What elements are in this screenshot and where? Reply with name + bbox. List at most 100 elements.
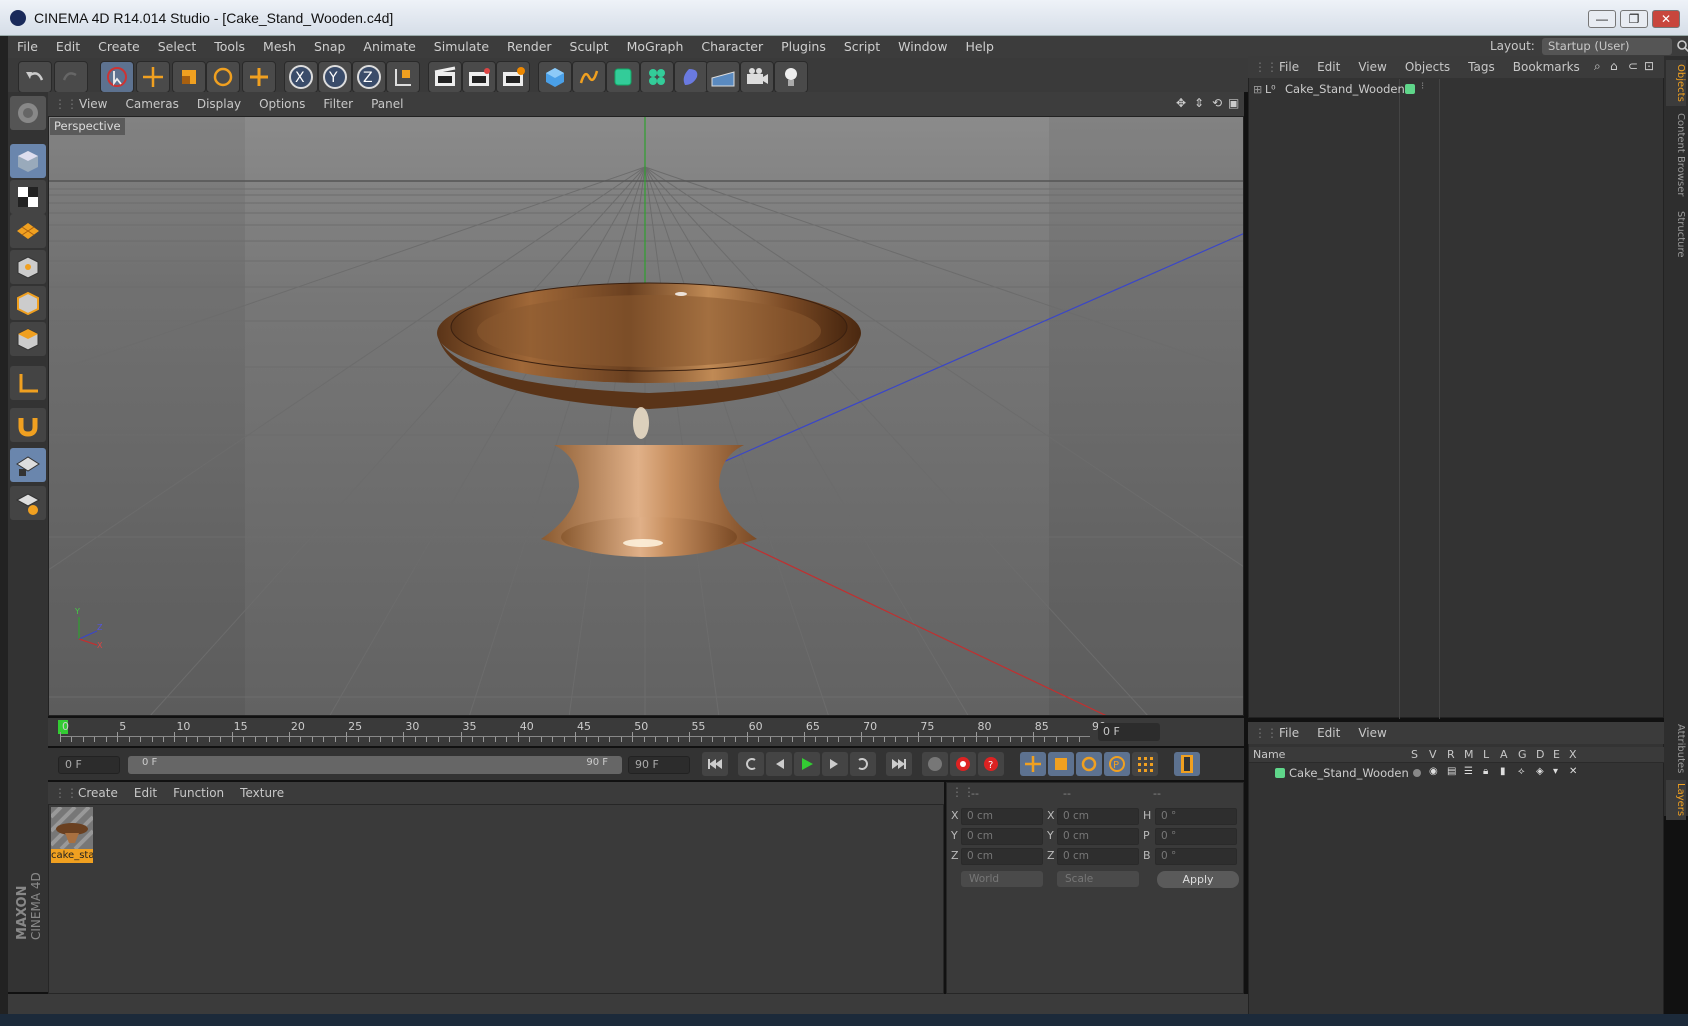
- grid-snap-button[interactable]: [10, 486, 46, 520]
- undo-button[interactable]: [18, 61, 52, 93]
- record-keys-button[interactable]: [922, 752, 948, 776]
- snap-magnet-button[interactable]: [10, 408, 46, 442]
- spline-pen-button[interactable]: [572, 61, 606, 93]
- size-z-field[interactable]: 0 cm: [1057, 848, 1139, 865]
- render-settings-button[interactable]: [496, 61, 530, 93]
- viewport-menu-view[interactable]: View: [70, 92, 116, 116]
- menu-animate[interactable]: Animate: [354, 36, 424, 58]
- object-menu-objects[interactable]: Objects: [1396, 56, 1459, 78]
- menu-window[interactable]: Window: [889, 36, 956, 58]
- viewport-menu-panel[interactable]: Panel: [362, 92, 412, 116]
- polygons-mode-button[interactable]: [10, 322, 46, 356]
- layer-col-animation[interactable]: A: [1500, 748, 1508, 761]
- menu-snap[interactable]: Snap: [305, 36, 354, 58]
- scale-tool[interactable]: [172, 61, 206, 93]
- workplane-lock-button[interactable]: [10, 448, 46, 482]
- menu-mesh[interactable]: Mesh: [254, 36, 305, 58]
- object-menu-file[interactable]: File: [1270, 56, 1308, 78]
- viewport-maximize-icon[interactable]: ▣: [1228, 96, 1239, 110]
- viewport-menu-display[interactable]: Display: [188, 92, 250, 116]
- layer-col-solo[interactable]: S: [1411, 748, 1418, 761]
- layer-col-view[interactable]: V: [1429, 748, 1437, 761]
- end-frame-field[interactable]: 90 F: [628, 756, 690, 774]
- camera-button[interactable]: [740, 61, 774, 93]
- object-menu-bookmarks[interactable]: Bookmarks: [1504, 56, 1589, 78]
- go-to-end-button[interactable]: [886, 752, 912, 776]
- floor-button[interactable]: [706, 61, 740, 93]
- next-key-button[interactable]: [850, 752, 876, 776]
- close-button[interactable]: ✕: [1652, 10, 1680, 28]
- light-button[interactable]: [774, 61, 808, 93]
- object-menu-view[interactable]: View: [1349, 56, 1395, 78]
- pos-z-field[interactable]: 0 cm: [961, 848, 1043, 865]
- rotate-tool[interactable]: [206, 61, 240, 93]
- restore-button[interactable]: ❐: [1620, 10, 1648, 28]
- layer-row[interactable]: Cake_Stand_Wooden ◉ ▤ ☰ 🔒︎ ▮ ⟡ ◈ ▾ ✕: [1249, 765, 1665, 781]
- key-rotation-button[interactable]: [1076, 752, 1102, 776]
- key-pla-button[interactable]: [1132, 752, 1158, 776]
- search-icon[interactable]: [1676, 39, 1688, 53]
- search-icon[interactable]: ⌕: [1594, 59, 1601, 74]
- object-menu-edit[interactable]: Edit: [1308, 56, 1349, 78]
- menu-script[interactable]: Script: [835, 36, 889, 58]
- view-toggle-icon[interactable]: ◉: [1429, 766, 1438, 777]
- key-scale-button[interactable]: [1048, 752, 1074, 776]
- viewport-move-icon[interactable]: ✥: [1176, 96, 1186, 110]
- workplane-mode-button[interactable]: [10, 214, 46, 248]
- layer-name[interactable]: Cake_Stand_Wooden: [1289, 766, 1409, 780]
- live-selection-tool[interactable]: [100, 61, 134, 93]
- viewport-menu-filter[interactable]: Filter: [314, 92, 362, 116]
- subdivision-surface-button[interactable]: [606, 61, 640, 93]
- previous-frame-button[interactable]: [766, 752, 792, 776]
- viewport-rotate-icon[interactable]: ⟲: [1212, 96, 1222, 110]
- layer-col-deformers[interactable]: D: [1536, 748, 1544, 761]
- key-position-button[interactable]: [1020, 752, 1046, 776]
- material-menu-function[interactable]: Function: [165, 782, 232, 804]
- perspective-viewport[interactable]: Y Z X: [48, 116, 1244, 716]
- coordinate-mode-dropdown[interactable]: World: [961, 871, 1043, 887]
- render-picture-viewer-button[interactable]: [462, 61, 496, 93]
- timeline-ruler[interactable]: 051015202530354045505560657075808590 0 F: [48, 718, 1244, 746]
- menu-edit[interactable]: Edit: [47, 36, 89, 58]
- expression-toggle-icon[interactable]: ▾: [1553, 766, 1558, 777]
- autokeying-button[interactable]: [950, 752, 976, 776]
- object-row[interactable]: ⊞ L⁰ Cake_Stand_Wooden ⁝: [1253, 81, 1653, 97]
- redo-button[interactable]: [54, 61, 88, 93]
- layer-menu-edit[interactable]: Edit: [1308, 722, 1349, 744]
- new-panel-icon[interactable]: ⊡: [1644, 59, 1654, 73]
- pos-x-field[interactable]: 0 cm: [961, 808, 1043, 825]
- tab-attributes[interactable]: Attributes: [1666, 722, 1686, 776]
- layer-menu-file[interactable]: File: [1270, 722, 1308, 744]
- tab-structure[interactable]: Structure: [1666, 206, 1686, 262]
- material-menu-edit[interactable]: Edit: [126, 782, 165, 804]
- menu-tools[interactable]: Tools: [205, 36, 254, 58]
- layer-col-locked[interactable]: L: [1483, 748, 1489, 761]
- menu-plugins[interactable]: Plugins: [772, 36, 835, 58]
- pos-y-field[interactable]: 0 cm: [961, 828, 1043, 845]
- go-to-start-button[interactable]: [702, 752, 728, 776]
- material-menu-create[interactable]: Create: [70, 782, 126, 804]
- animation-toggle-icon[interactable]: ▮: [1500, 766, 1506, 777]
- rot-h-field[interactable]: 0 °: [1155, 808, 1237, 825]
- layer-col-render[interactable]: R: [1447, 748, 1455, 761]
- points-mode-button[interactable]: [10, 250, 46, 284]
- object-menu-tags[interactable]: Tags: [1459, 56, 1504, 78]
- start-frame-field[interactable]: 0 F: [58, 756, 120, 774]
- move-tool[interactable]: [136, 61, 170, 93]
- cloner-button[interactable]: [640, 61, 674, 93]
- menu-mograph[interactable]: MoGraph: [618, 36, 693, 58]
- menu-create[interactable]: Create: [89, 36, 149, 58]
- z-axis-lock-button[interactable]: Z: [352, 61, 386, 93]
- xref-toggle-icon[interactable]: ✕: [1569, 766, 1577, 777]
- layer-col-manager[interactable]: M: [1464, 748, 1474, 761]
- cake-stand-model[interactable]: [437, 282, 861, 557]
- home-icon[interactable]: ⌂: [1610, 59, 1618, 73]
- next-frame-button[interactable]: [822, 752, 848, 776]
- transform-mode-dropdown[interactable]: Scale: [1057, 871, 1139, 887]
- previous-key-button[interactable]: [738, 752, 764, 776]
- menu-render[interactable]: Render: [498, 36, 561, 58]
- layout-dropdown[interactable]: Startup (User): [1542, 38, 1672, 55]
- link-icon[interactable]: ⊂: [1628, 59, 1638, 73]
- menu-sculpt[interactable]: Sculpt: [561, 36, 618, 58]
- generator-toggle-icon[interactable]: ⟡: [1518, 766, 1525, 777]
